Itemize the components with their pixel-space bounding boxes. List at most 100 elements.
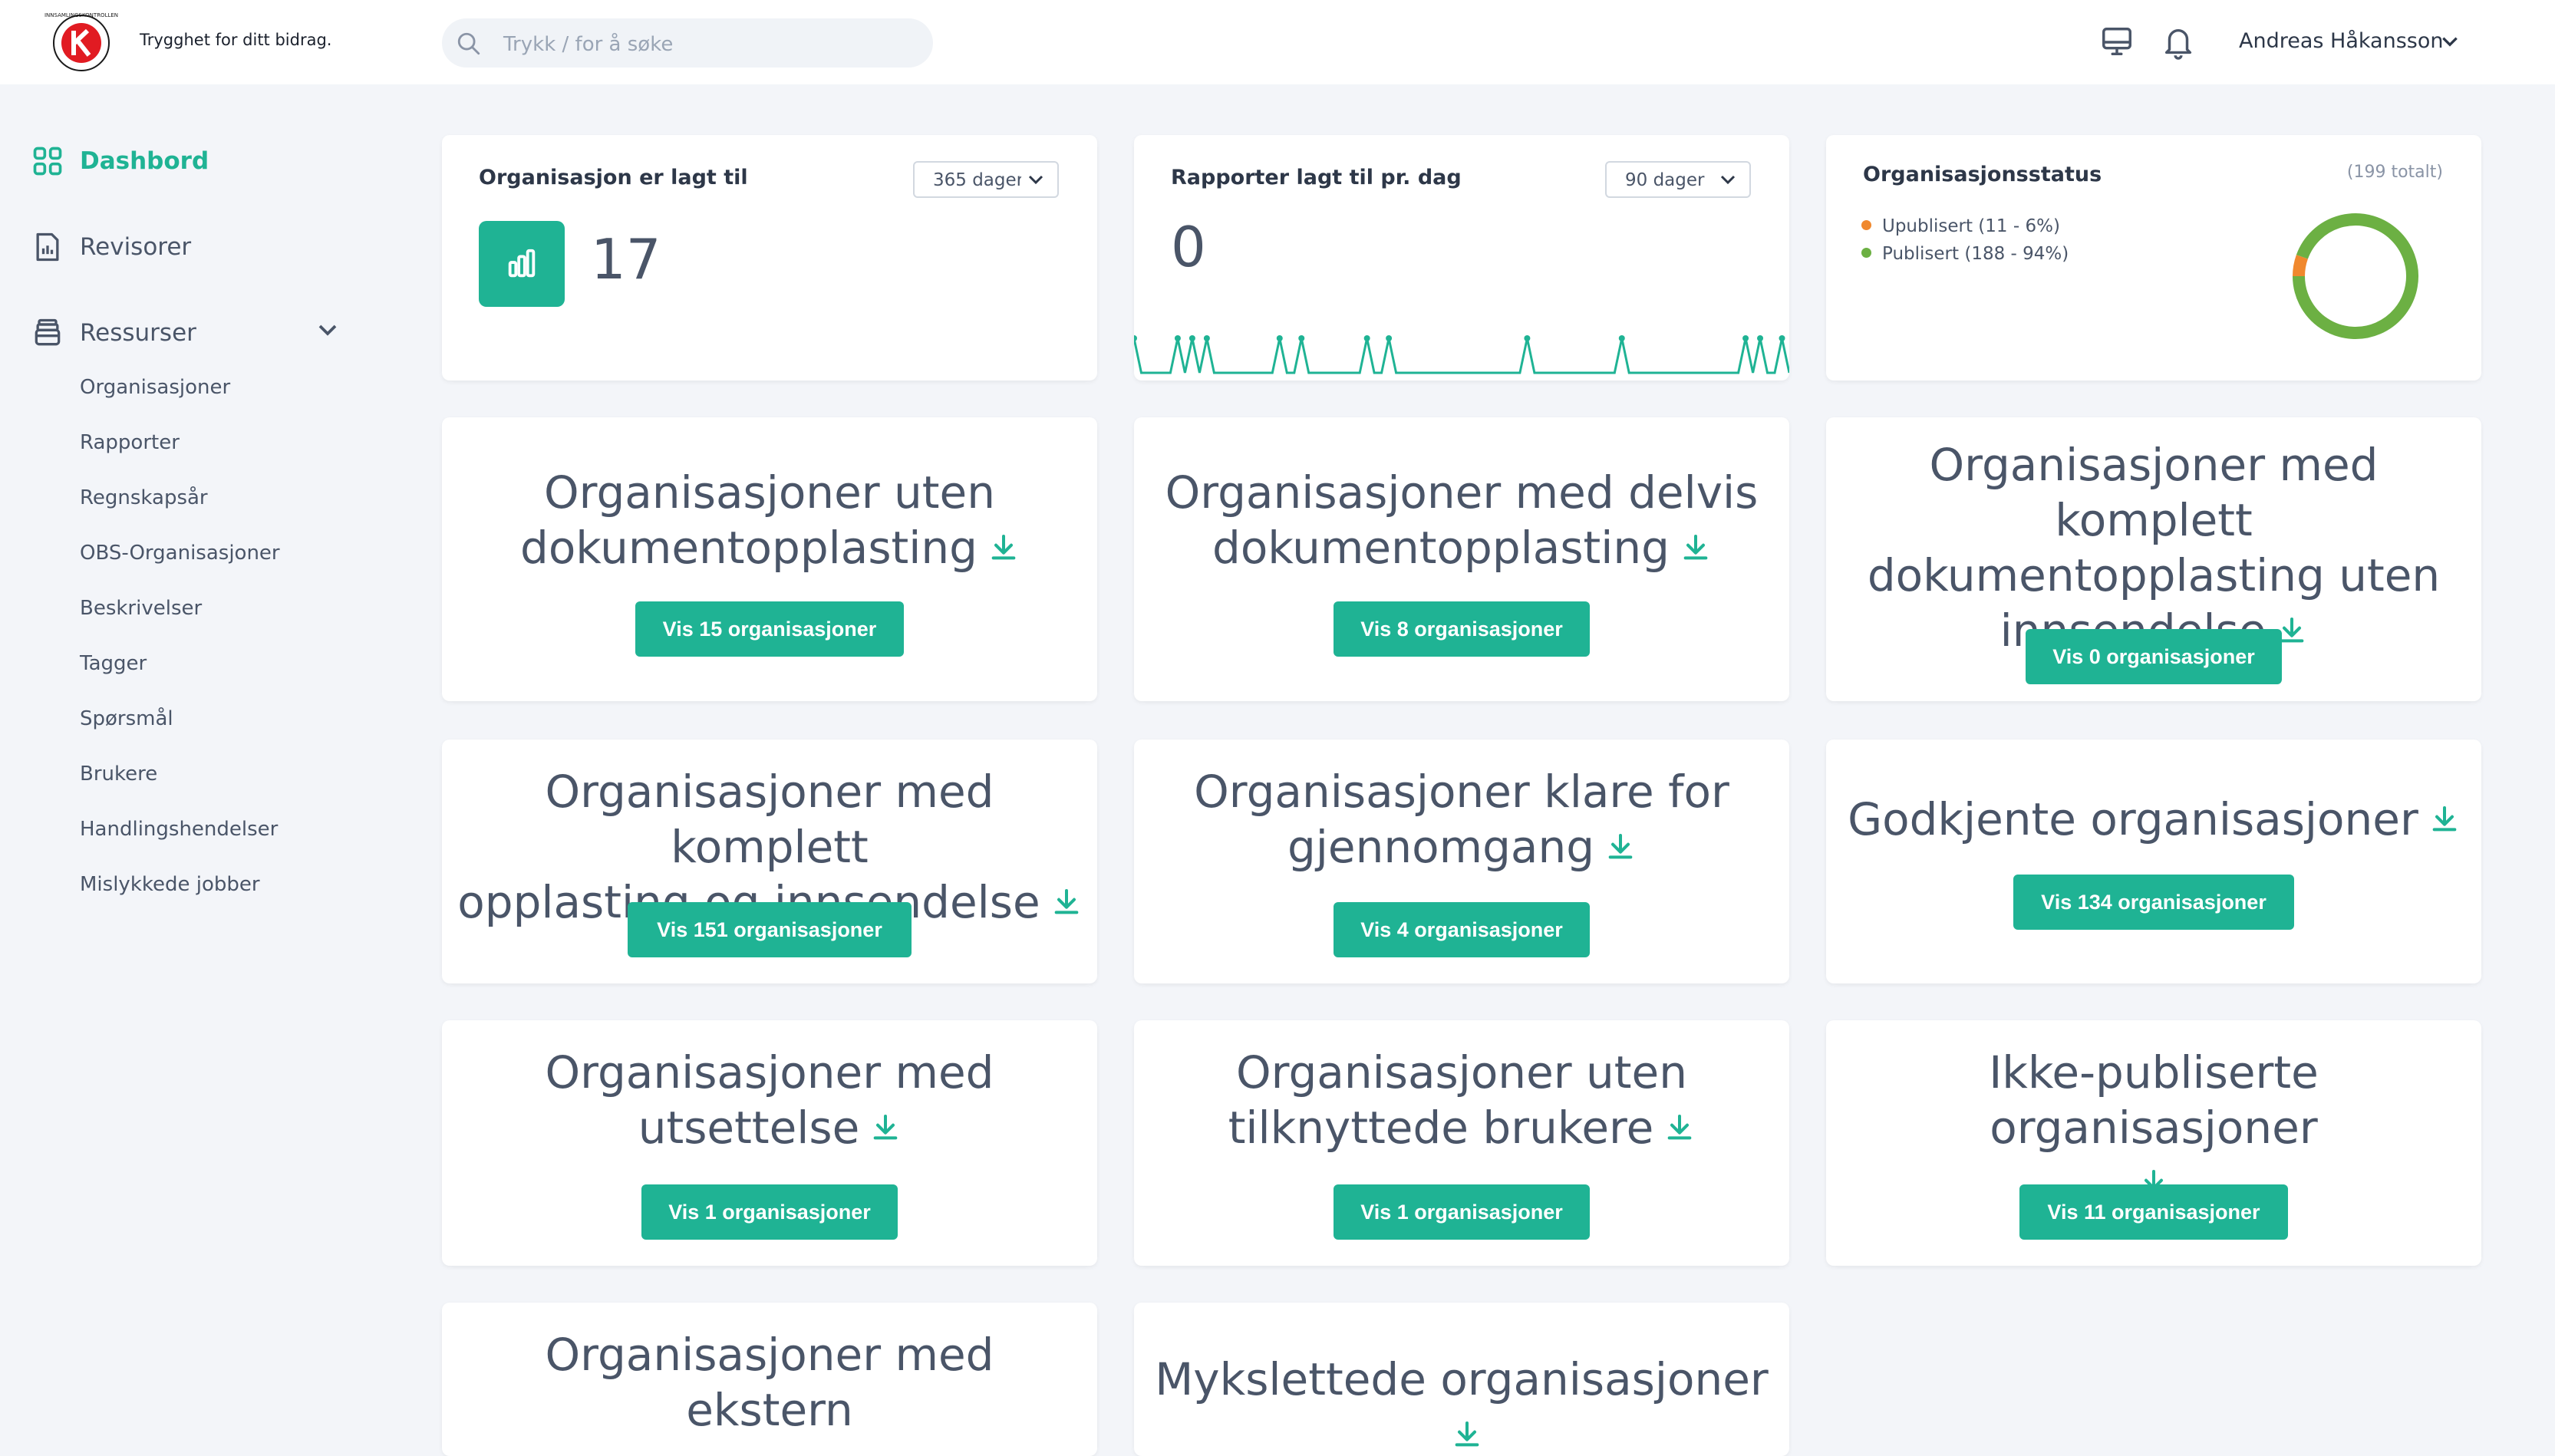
monitor-icon[interactable] [2099,25,2135,60]
sparkline-point [1618,335,1625,341]
sparkline-point [1363,335,1370,341]
card-title: Organisasjoner med utsettelse [457,1045,1082,1155]
card-title: Organisasjoner uten dokumentopplasting [457,465,1082,575]
stat-value: 0 [1171,215,1206,279]
card-title-line: Ikke-publiserte organisasjoner [1989,1046,2319,1154]
period-select[interactable]: 365 dager [913,161,1059,198]
bell-icon[interactable] [2161,25,2196,60]
download-icon[interactable] [988,532,1019,563]
card-title-line: Organisasjoner med [545,1046,994,1099]
search-input[interactable]: Trykk / for å søke [503,33,673,56]
innsamlingskontrollen-logo[interactable]: INNSAMLINGSKONTROLLEN [43,8,120,78]
sidebar-subitem-organisasjoner[interactable]: Organisasjoner [80,376,230,399]
sparkline-point [1298,335,1305,341]
show-organisations-button[interactable]: Vis 0 organisasjoner [2026,629,2282,684]
card-unpublished-org: Ikke-publiserte organisasjoner Vis 11 or… [1826,1020,2481,1266]
card-title-line: gjennomgang [1287,821,1595,873]
card-title: Organisasjoner med delvis dokumentopplas… [1149,465,1774,575]
download-icon[interactable] [1605,832,1636,862]
download-icon[interactable] [1664,1112,1695,1143]
show-organisations-button[interactable]: Vis 1 organisasjoner [641,1184,898,1240]
card-title: Organisasjoner uten tilknyttede brukere [1149,1045,1774,1155]
stat-title: Rapporter lagt til pr. dag [1171,166,1462,189]
search-bar[interactable]: Trykk / for å søke [442,18,933,68]
sidebar-subitem-brukere[interactable]: Brukere [80,763,157,786]
card-title-line: dokumentopplasting [1212,522,1670,574]
sidebar-subitem-regnskapsar[interactable]: Regnskapsår [80,486,208,509]
period-select[interactable]: 90 dager [1605,161,1751,198]
card-title-line: Organisasjoner med komplett [545,766,994,873]
legend-item-published: Publisert (188 - 94%) [1861,244,2069,264]
card-org-without-users: Organisasjoner uten tilknyttede brukere … [1134,1020,1789,1266]
sparkline-point [1742,335,1749,341]
download-icon[interactable] [870,1112,901,1143]
sidebar-item-label: Dashbord [80,147,209,175]
search-icon [457,32,480,55]
show-organisations-button[interactable]: Vis 8 organisasjoner [1334,601,1590,657]
card-org-external: Organisasjoner med ekstern [442,1303,1097,1456]
sidebar-subitem-handlingshendelser[interactable]: Handlingshendelser [80,818,278,841]
legend-label: Upublisert (11 - 6%) [1882,216,2060,236]
stat-title: Organisasjonsstatus [1863,163,2102,186]
sidebar-subitem-obs-organisasjoner[interactable]: OBS-Organisasjoner [80,542,280,565]
chevron-down-icon[interactable] [2440,34,2460,49]
sparkline-point [1188,335,1195,341]
sparkline-point [1779,335,1785,341]
card-title: Organisasjoner med ekstern [457,1327,1082,1438]
show-organisations-button[interactable]: Vis 11 organisasjoner [2019,1184,2288,1240]
card-title-line: utsettelse [638,1102,860,1154]
card-title-line: Organisasjoner klare for [1194,766,1729,818]
show-organisations-button[interactable]: Vis 151 organisasjoner [628,902,912,957]
chevron-down-icon [1720,175,1736,185]
sparkline-point [1386,335,1393,341]
sparkline-point [1203,335,1210,341]
stat-title: Organisasjon er lagt til [479,166,748,189]
sparkline-point [1524,335,1531,341]
bar-chart-icon [508,249,536,278]
card-approved-org: Godkjente organisasjoner Vis 134 organis… [1826,740,2481,983]
card-title-line: Organisasjoner med delvis [1165,466,1759,519]
stat-card-org-status: Organisasjonsstatus (199 totalt) Upublis… [1826,135,2481,380]
sidebar-item-label: Ressurser [80,319,196,347]
download-icon[interactable] [2429,804,2460,835]
show-organisations-button[interactable]: Vis 4 organisasjoner [1334,902,1590,957]
card-title-line: Organisasjoner med komplett [1929,439,2379,546]
card-title-line: tilknyttede brukere [1228,1102,1654,1154]
donut-slice-publisert [2293,213,2418,339]
report-icon [36,232,59,262]
archive-icon [35,318,61,346]
total-count: (199 totalt) [2346,163,2443,182]
sparkline-point [1134,335,1137,341]
show-organisations-button[interactable]: Vis 15 organisasjoner [635,601,904,657]
stat-value: 17 [591,227,661,292]
grid-icon [33,147,62,176]
sidebar-subitem-mislykkede-jobber[interactable]: Mislykkede jobber [80,873,260,896]
status-donut-chart [2293,213,2418,339]
download-icon[interactable] [1051,887,1082,917]
card-title: Organisasjoner klare for gjennomgang [1149,764,1774,875]
card-title: Organisasjoner med komplett dokumentoppl… [1841,437,2466,658]
show-organisations-button[interactable]: Vis 1 organisasjoner [1334,1184,1590,1240]
sparkline-series [1134,338,1789,374]
user-menu[interactable]: Andreas Håkansson [2239,29,2443,53]
download-icon[interactable] [1452,1419,1482,1450]
logo-lettering: INNSAMLINGSKONTROLLEN [45,12,118,18]
show-organisations-button[interactable]: Vis 134 organisasjoner [2013,875,2294,930]
sparkline-point [1757,335,1764,341]
sparkline-point [1276,335,1283,341]
sidebar-item-label: Revisorer [80,233,192,261]
top-header: INNSAMLINGSKONTROLLEN Trygghet for ditt … [0,0,2555,84]
sidebar-subitem-sporsmal[interactable]: Spørsmål [80,707,173,730]
sidebar-subitem-beskrivelser[interactable]: Beskrivelser [80,597,202,620]
card-title: Godkjente organisasjoner [1841,792,2466,847]
sparkline-point [1174,335,1181,341]
sidebar-subitem-tagger[interactable]: Tagger [80,652,147,675]
stat-icon-box [479,221,565,307]
card-title-line: Mykslettede organisasjoner [1155,1353,1769,1405]
card-soft-deleted-org: Mykslettede organisasjoner [1134,1303,1789,1456]
period-select-value: 90 dager [1625,170,1705,190]
card-org-postponed: Organisasjoner med utsettelse Vis 1 orga… [442,1020,1097,1266]
chevron-down-icon[interactable] [316,321,339,339]
download-icon[interactable] [1680,532,1711,563]
sidebar-subitem-rapporter[interactable]: Rapporter [80,431,180,454]
